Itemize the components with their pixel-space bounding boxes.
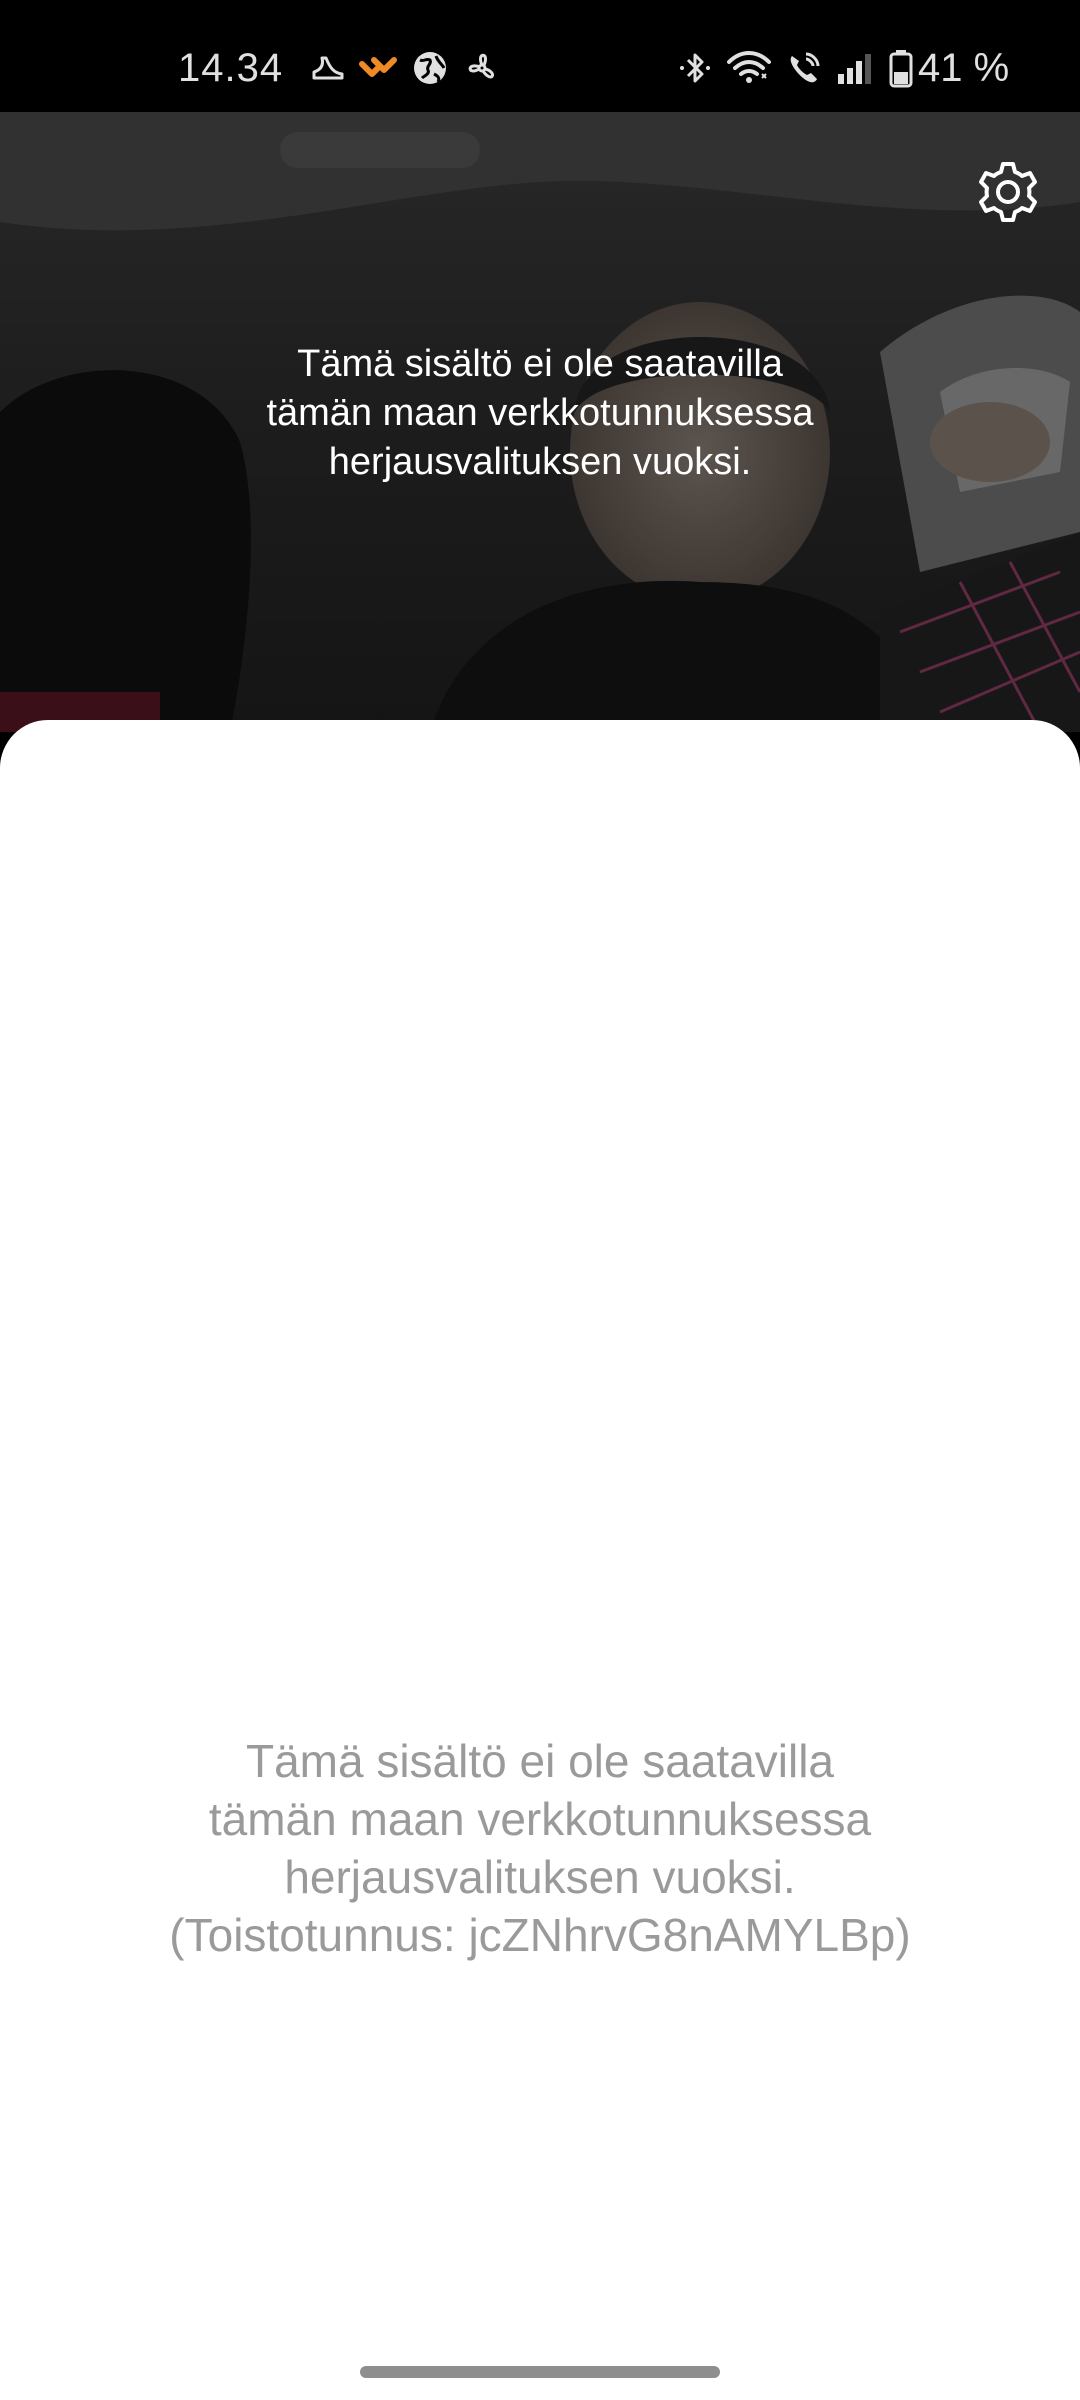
sheet-message-line: herjausvalituksen vuoksi.: [284, 1851, 796, 1903]
orange-app-icon: [359, 57, 397, 77]
status-bar: 14.34 41 %: [0, 0, 1080, 112]
video-message-line: herjausvalituksen vuoksi.: [328, 441, 752, 483]
video-message-line: Tämä sisältö ei ole saatavilla: [297, 343, 783, 385]
battery-percent: 41 %: [918, 46, 1010, 90]
wifi-icon: [727, 51, 771, 83]
bluetooth-icon: [680, 53, 710, 83]
content-sheet: Tämä sisältö ei ole saatavilla tämän maa…: [0, 720, 1080, 2400]
fan-icon: [468, 53, 494, 79]
home-indicator[interactable]: [360, 2366, 720, 2378]
globe-icon: [414, 52, 446, 84]
video-message-line: tämän maan verkkotunnuksessa: [266, 392, 814, 434]
battery-icon: [889, 50, 913, 88]
video-player[interactable]: Tämä sisältö ei ole saatavilla tämän maa…: [0, 112, 1080, 732]
gear-icon[interactable]: [972, 156, 1044, 228]
playback-id-line: (Toistotunnus: jcZNhrvG8nAMYLBp): [169, 1909, 911, 1961]
signal-icon: [838, 54, 871, 84]
sheet-unavailable-message: Tämä sisältö ei ole saatavilla tämän maa…: [90, 1732, 990, 1964]
shoe-icon: [312, 56, 344, 80]
sheet-message-line: tämän maan verkkotunnuksessa: [208, 1793, 872, 1845]
status-time: 14.34: [178, 46, 284, 90]
wifi-calling-icon: [790, 52, 820, 83]
screen: 14.34 41 % Tämä sisältö ei ole saatavill…: [0, 0, 1080, 2400]
sheet-message-line: Tämä sisältö ei ole saatavilla: [245, 1735, 835, 1787]
video-unavailable-message: Tämä sisältö ei ole saatavilla tämän maa…: [140, 340, 940, 487]
